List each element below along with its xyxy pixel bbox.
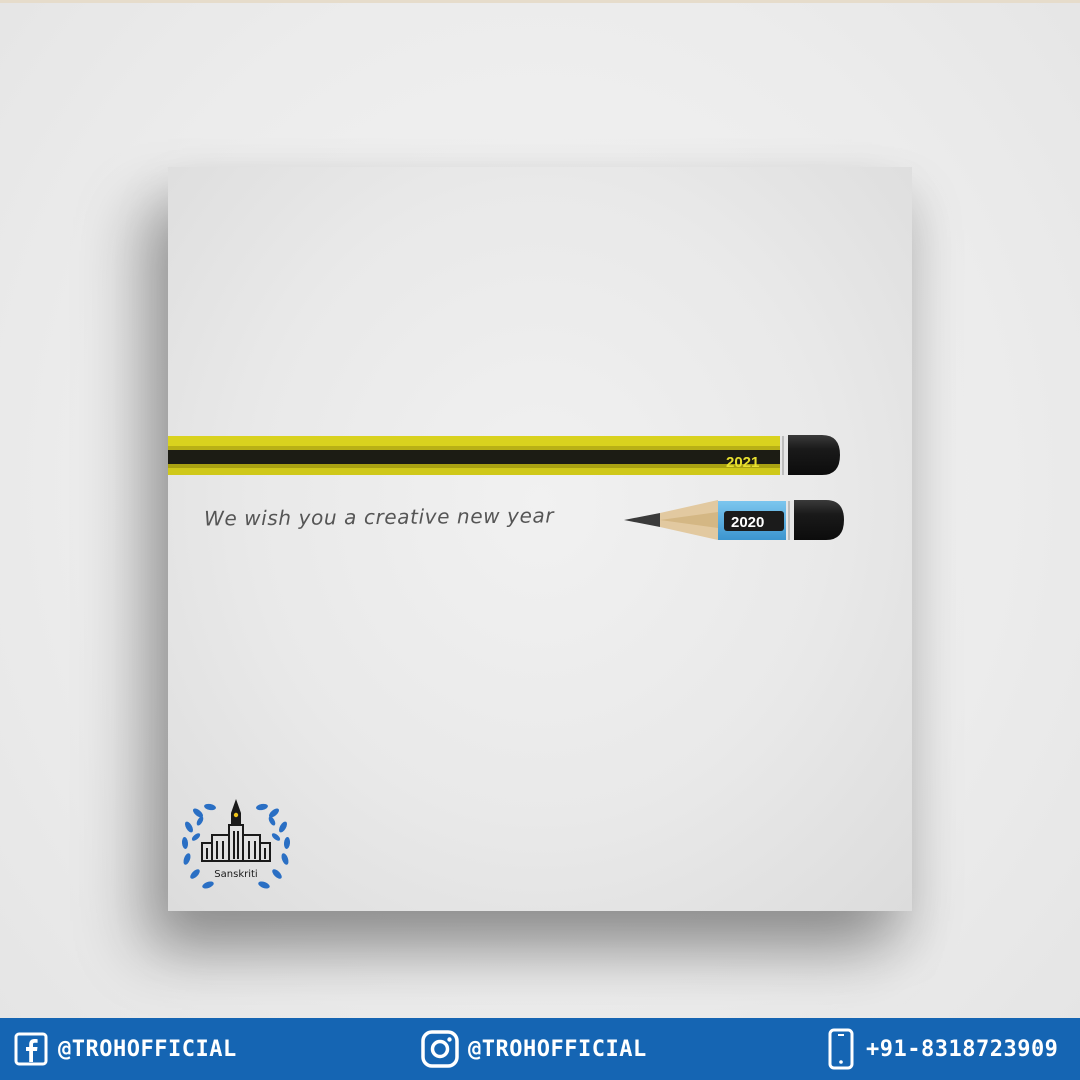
instagram-link[interactable]: @TROHOFFICIAL — [420, 1018, 647, 1080]
greeting-message: We wish you a creative new year — [203, 503, 555, 531]
instagram-handle: @TROHOFFICIAL — [468, 1036, 647, 1062]
phone-icon — [828, 1028, 854, 1070]
old-pencil: 2020 — [624, 500, 844, 540]
phone-number: +91-8318723909 — [866, 1036, 1059, 1062]
sanskriti-logo: Sanskriti — [181, 799, 291, 889]
top-strip — [0, 0, 1080, 3]
greeting-card: 2021 We wish you a creative new year 202… — [168, 167, 912, 911]
facebook-link[interactable]: @TROHOFFICIAL — [14, 1018, 237, 1080]
pencil-label-2021: 2021 — [726, 454, 759, 471]
new-pencil: 2021 — [168, 435, 840, 475]
facebook-handle: @TROHOFFICIAL — [58, 1036, 237, 1062]
pencil-label-2020: 2020 — [731, 514, 764, 531]
footer-bar: @TROHOFFICIAL @TROHOFFICIAL +91-83187239… — [0, 1018, 1080, 1080]
phone-link[interactable]: +91-8318723909 — [828, 1018, 1058, 1080]
logo-name: Sanskriti — [214, 869, 257, 880]
facebook-icon — [14, 1032, 48, 1066]
instagram-icon — [421, 1030, 459, 1068]
